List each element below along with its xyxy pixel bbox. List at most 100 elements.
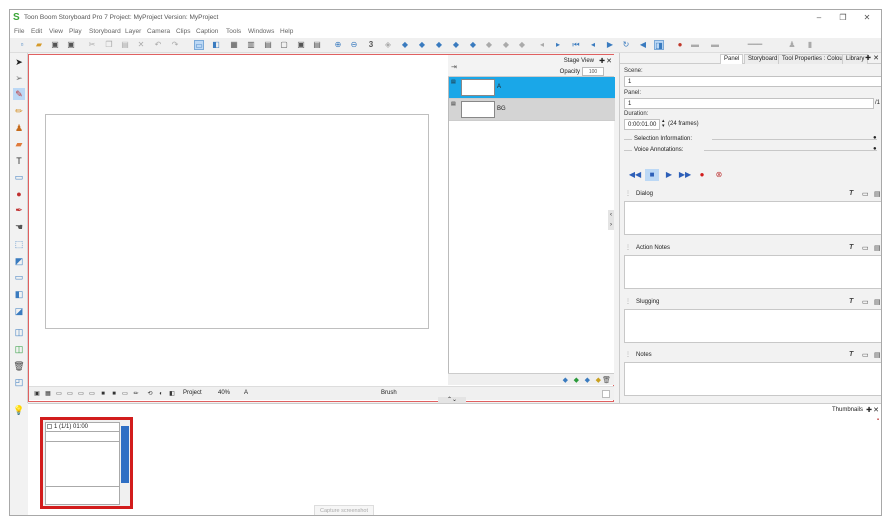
layer-visibility-icon[interactable]: ▤ xyxy=(451,79,456,85)
delete-layer-icon[interactable]: 🗑 xyxy=(602,376,611,384)
select-tool-icon[interactable]: ➤ xyxy=(13,56,25,68)
layer-visibility-icon[interactable]: ▤ xyxy=(451,101,456,107)
redo-icon[interactable]: ↷ xyxy=(170,40,180,50)
transform-tool-icon[interactable]: ◩ xyxy=(13,255,25,267)
play-annotation-icon[interactable]: ▶ xyxy=(662,169,676,181)
dropper-tool-icon[interactable]: ✒ xyxy=(13,204,25,216)
popout-icon[interactable]: ▭ xyxy=(862,244,869,252)
close-button[interactable]: ✕ xyxy=(861,12,873,23)
save-icon[interactable]: ▣ xyxy=(50,40,60,50)
zoom-in-icon[interactable]: ⊕ xyxy=(333,40,343,50)
camera-frame[interactable] xyxy=(45,114,429,329)
add-vector-layer-icon[interactable]: ◆ xyxy=(563,376,568,384)
brush-tool-icon[interactable]: ✎ xyxy=(13,88,25,100)
storyboard-layout-icon[interactable]: ▣ xyxy=(296,40,306,50)
text-tool-icon[interactable]: T xyxy=(13,155,25,167)
layer-row-bg[interactable]: ▤ BG xyxy=(449,99,615,121)
slugging-textarea[interactable] xyxy=(624,309,881,343)
camera-frame-icon[interactable]: ▭ xyxy=(13,271,25,283)
frame-icon[interactable]: ▢ xyxy=(279,40,289,50)
previous-frame-icon[interactable]: ◂ xyxy=(588,40,598,50)
field-guide-icon[interactable]: ▭ xyxy=(66,390,74,398)
save-as-icon[interactable]: ▣ xyxy=(66,40,76,50)
stroke-icon[interactable]: ■ xyxy=(99,390,107,398)
popout-icon[interactable]: ▭ xyxy=(862,298,869,306)
menu-camera[interactable]: Camera xyxy=(147,28,170,35)
panel-thumbnail[interactable]: 1 (1/1) 01:00 xyxy=(40,417,133,509)
sound-icon[interactable]: ◀ xyxy=(638,40,648,50)
menu-clips[interactable]: Clips xyxy=(176,28,190,35)
camera-copy-icon[interactable]: ◆ xyxy=(517,40,527,50)
pencil-tool-icon[interactable]: ✏ xyxy=(13,105,25,117)
safe-area-icon[interactable]: ▭ xyxy=(55,390,63,398)
add-group-layer-icon[interactable]: ◆ xyxy=(585,376,590,384)
selection-info-handle[interactable]: ● xyxy=(873,135,877,141)
menu-windows[interactable]: Windows xyxy=(248,28,274,35)
stage-view-icon[interactable]: ◧ xyxy=(211,40,221,50)
record-icon[interactable]: ● xyxy=(695,169,709,181)
first-frame-icon[interactable]: ⏮ xyxy=(571,40,581,50)
underlay-icon[interactable]: ▭ xyxy=(88,390,96,398)
close-tab-icon[interactable]: ✕ xyxy=(873,54,879,62)
panel-layout-icon[interactable]: ▤ xyxy=(263,40,273,50)
drag-handle-icon[interactable]: ⋮ xyxy=(625,298,631,305)
onion-skin-dropdown-icon[interactable]: ▬ xyxy=(690,40,700,50)
pencil-icon[interactable]: ✏ xyxy=(132,390,140,398)
sequence-icon[interactable]: ▤ xyxy=(312,40,322,50)
add-bitmap-layer-icon[interactable]: ◆ xyxy=(574,376,579,384)
text-format-icon[interactable]: T xyxy=(849,298,853,305)
overlay-icon[interactable]: ▭ xyxy=(77,390,85,398)
user-icon[interactable]: ♟ xyxy=(787,40,797,50)
expand-icon[interactable]: ⇥ xyxy=(451,63,457,71)
black-frame-icon[interactable]: ■ xyxy=(110,390,118,398)
view-mode-dropdown[interactable]: Project xyxy=(183,390,202,396)
menu-storyboard[interactable]: Storyboard xyxy=(89,28,121,35)
next-panel-icon[interactable]: ▸ xyxy=(553,40,563,50)
add-panel-icon[interactable]: ◫ xyxy=(13,326,25,338)
rewind-icon[interactable]: ◀◀ xyxy=(628,169,642,181)
menu-edit[interactable]: Edit xyxy=(31,28,42,35)
tab-storyboard[interactable]: Storyboard xyxy=(744,54,782,64)
preview-icon[interactable]: ▭ xyxy=(121,390,129,398)
copy-icon[interactable]: ❐ xyxy=(104,40,114,50)
brush-size-icon[interactable]: ▬ xyxy=(710,40,720,50)
eraser-tool-icon[interactable]: ▰ xyxy=(13,138,25,150)
3d-icon[interactable]: 3 xyxy=(366,40,376,50)
options-icon[interactable]: ▤ xyxy=(874,190,881,198)
loop-icon[interactable]: ↻ xyxy=(621,40,631,50)
drag-handle-icon[interactable]: ⋮ xyxy=(625,190,631,197)
zoom-out-icon[interactable]: ⊖ xyxy=(349,40,359,50)
flip-icon[interactable]: ◐ xyxy=(157,390,165,398)
delete-icon[interactable]: ✕ xyxy=(136,40,146,50)
menu-caption[interactable]: Caption xyxy=(196,28,218,35)
previous-panel-icon[interactable]: ◂ xyxy=(537,40,547,50)
brush-size-slider[interactable]: ━━━ xyxy=(740,40,770,50)
text-format-icon[interactable]: T xyxy=(849,351,853,358)
camera-move-icon[interactable]: ◆ xyxy=(434,40,444,50)
rectangle-tool-icon[interactable]: ▭ xyxy=(13,171,25,183)
maximize-button[interactable]: ❐ xyxy=(837,12,849,23)
camera-keyframe-icon[interactable]: ◆ xyxy=(417,40,427,50)
sound-scrub-icon[interactable]: ◨ xyxy=(654,40,664,50)
paste-icon[interactable]: ▤ xyxy=(120,40,130,50)
paint-tool-icon[interactable]: ● xyxy=(13,188,25,200)
text-format-icon[interactable]: T xyxy=(849,190,853,197)
panel-field[interactable]: 1 xyxy=(624,98,874,109)
opacity-field[interactable]: 100 xyxy=(582,67,604,76)
fast-forward-icon[interactable]: ▶▶ xyxy=(678,169,692,181)
open-icon[interactable]: ▰ xyxy=(34,40,44,50)
lasso-tool-icon[interactable]: ⬚ xyxy=(13,238,25,250)
close-view-icon[interactable]: ✕ xyxy=(873,406,879,414)
camera-icon[interactable]: ◧ xyxy=(13,288,25,300)
layer-transform-icon[interactable]: ◪ xyxy=(13,305,25,317)
rotate-icon[interactable]: ⟲ xyxy=(146,390,154,398)
add-view-icon[interactable]: ✚ xyxy=(866,406,872,414)
notes-textarea[interactable] xyxy=(624,362,881,396)
duration-spinner-icon[interactable]: ▴ ▾ xyxy=(662,119,665,129)
layer-strip[interactable] xyxy=(121,426,129,483)
tab-panel[interactable]: Panel xyxy=(720,54,744,64)
layer-folder-icon[interactable]: ◆ xyxy=(596,376,601,384)
action-notes-textarea[interactable] xyxy=(624,255,881,289)
camera-remove-icon[interactable]: ◆ xyxy=(501,40,511,50)
camera-pan-icon[interactable]: ◆ xyxy=(451,40,461,50)
